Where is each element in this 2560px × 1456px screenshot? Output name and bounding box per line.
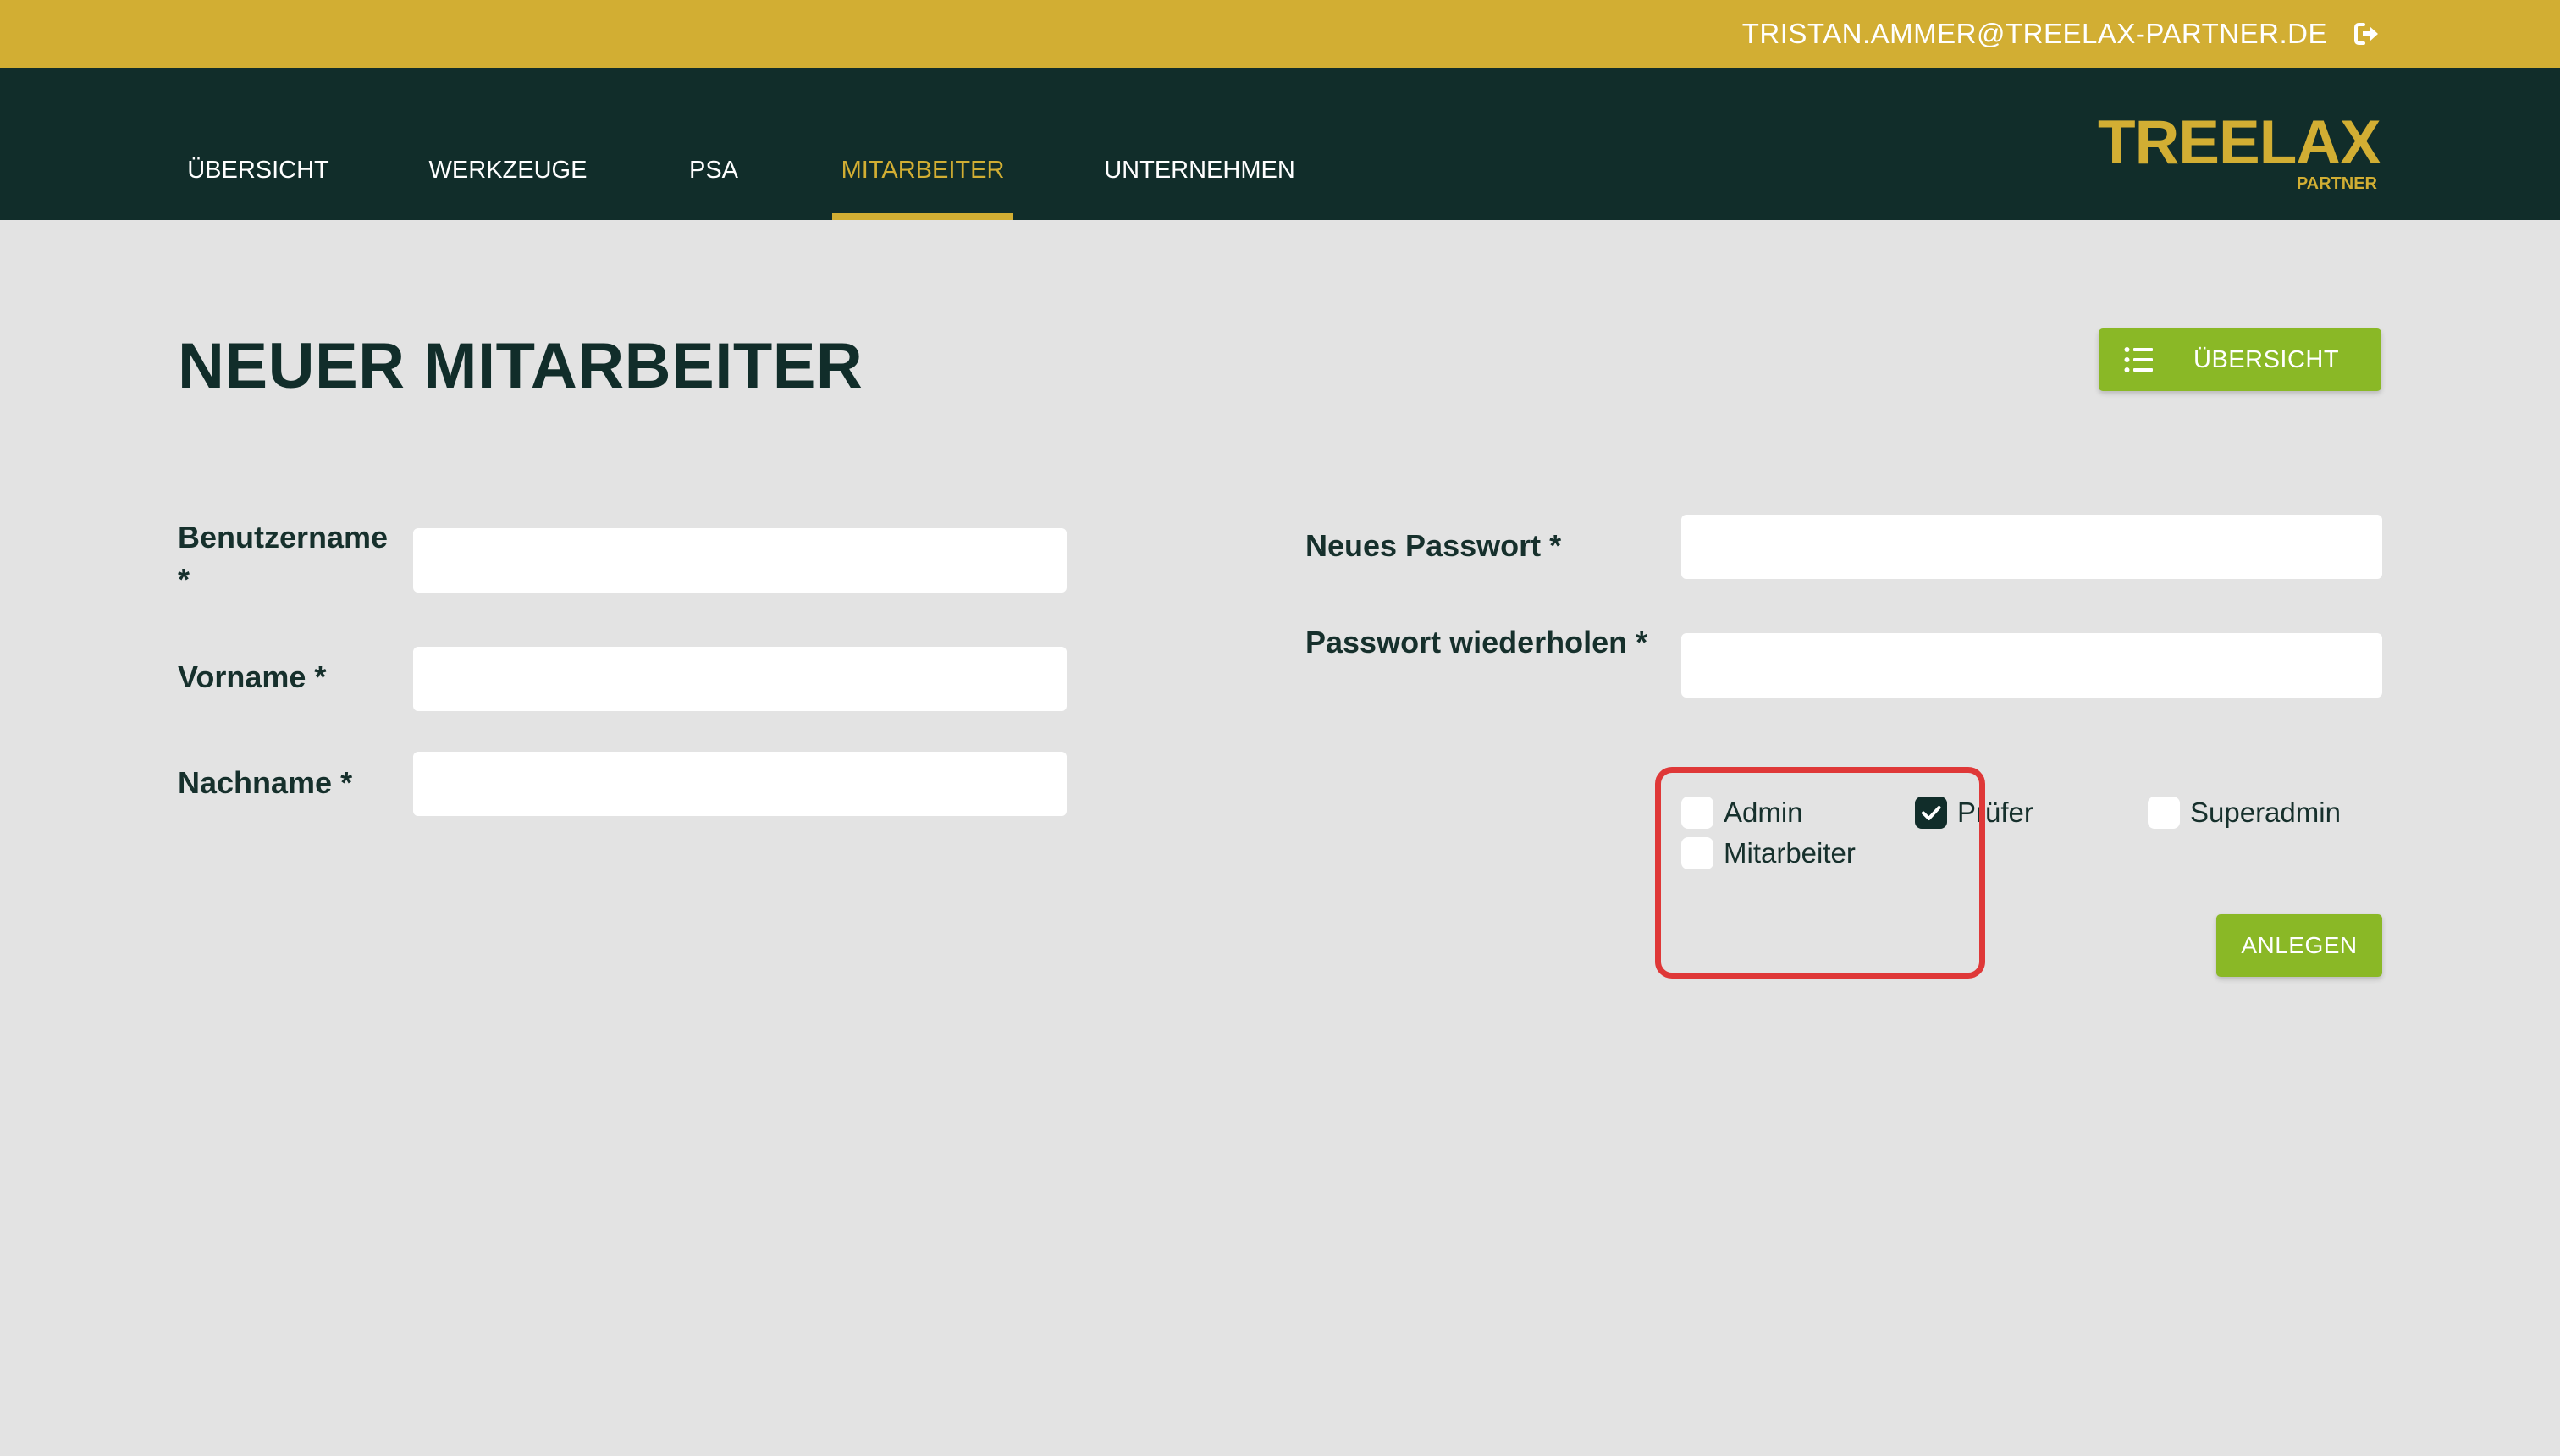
username-input[interactable] [413,528,1067,593]
role-label-pruefer: Prüfer [1957,797,2033,828]
nav-item-psa[interactable]: PSA [677,157,750,220]
overview-button-label: ÜBERSICHT [2193,346,2340,373]
role-checkbox-pruefer[interactable]: Prüfer [1915,795,2050,830]
new-password-label: Neues Passwort * [1305,528,1562,563]
nav-item-unternehmen[interactable]: UNTERNEHMEN [1095,157,1305,220]
top-user-bar: TRISTAN.AMMER@TREELAX-PARTNER.DE [0,0,2560,68]
username-label: Benutzername * [178,520,389,597]
repeat-password-label: Passwort wiederholen * [1305,625,1648,659]
checkbox-unchecked[interactable] [2148,797,2180,829]
list-icon [2124,346,2153,373]
user-email[interactable]: TRISTAN.AMMER@TREELAX-PARTNER.DE [1742,0,2327,68]
checkbox-checked[interactable] [1915,797,1947,829]
role-checkbox-superadmin[interactable]: Superadmin [2148,795,2351,830]
logo-subtitle: PARTNER [2296,174,2377,193]
first-name-input[interactable] [413,647,1067,711]
treelax-logo[interactable]: TREELAX PARTNER [2098,108,2382,194]
role-checkbox-admin[interactable]: Admin [1681,795,1834,830]
role-label-mitarbeiter: Mitarbeiter [1724,837,1856,869]
checkmark-icon [1922,806,1941,820]
last-name-input[interactable] [413,752,1067,816]
checkbox-unchecked[interactable] [1681,797,1713,829]
new-password-input[interactable] [1681,515,2382,579]
role-label-superadmin: Superadmin [2190,797,2341,828]
nav-item-uebersicht[interactable]: ÜBERSICHT [178,157,339,220]
last-name-label: Nachname * [178,765,353,800]
page-title: NEUER MITARBEITER [178,330,863,402]
overview-button[interactable]: ÜBERSICHT [2099,328,2381,391]
logo-wordmark: TREELAX [2098,108,2381,177]
role-checkbox-mitarbeiter[interactable]: Mitarbeiter [1681,836,1884,871]
nav-item-mitarbeiter[interactable]: MITARBEITER [832,157,1013,220]
role-label-admin: Admin [1724,797,1803,828]
checkbox-unchecked[interactable] [1681,837,1713,869]
repeat-password-input[interactable] [1681,633,2382,698]
nav-item-werkzeuge[interactable]: WERKZEUGE [422,157,594,220]
main-navigation: ÜBERSICHT WERKZEUGE PSA MITARBEITER UNTE… [0,68,2560,220]
sign-out-icon[interactable] [2352,19,2382,49]
first-name-label: Vorname * [178,659,327,694]
create-button[interactable]: ANLEGEN [2216,914,2382,977]
